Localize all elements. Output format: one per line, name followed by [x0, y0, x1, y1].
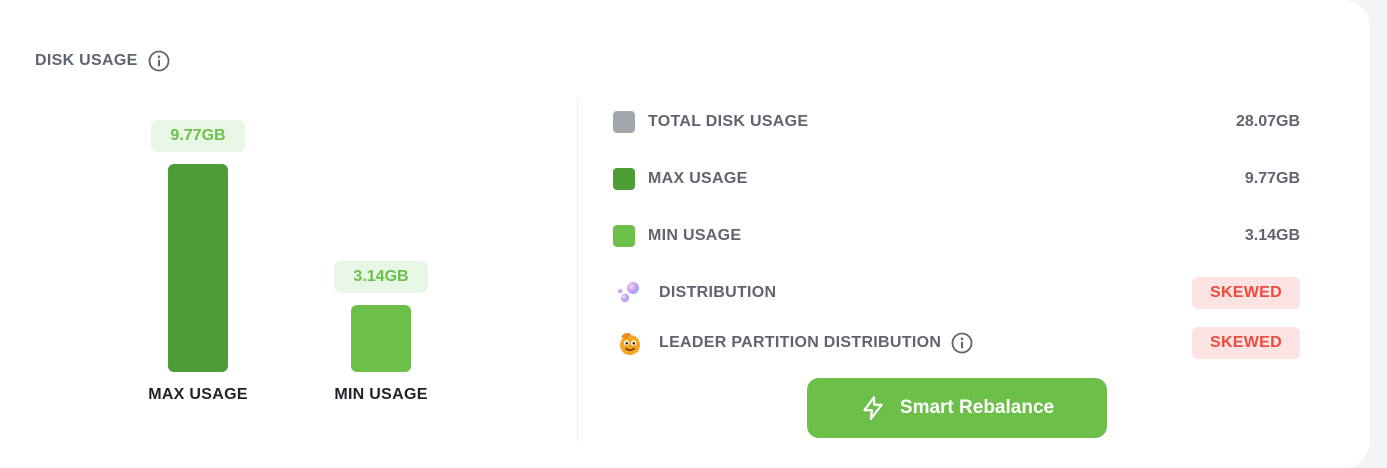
panel-title: DISK USAGE — [35, 52, 138, 69]
chart-category-label: MAX USAGE — [148, 386, 248, 403]
smiley-face-icon — [613, 327, 645, 359]
panel-header: DISK USAGE — [35, 49, 170, 73]
stat-value: 3.14GB — [1244, 227, 1300, 244]
stat-row-max-usage: MAX USAGE 9.77GB — [613, 163, 1300, 195]
stat-row-min-usage: MIN USAGE 3.14GB — [613, 220, 1300, 252]
chart-data-label: 9.77GB — [151, 120, 245, 152]
chart-category-label: MIN USAGE — [334, 386, 428, 403]
legend-swatch-min — [613, 225, 635, 247]
chart-data-label: 3.14GB — [334, 261, 428, 293]
stat-label: MAX USAGE — [648, 170, 748, 187]
divider — [577, 97, 578, 442]
leader-distribution-row: LEADER PARTITION DISTRIBUTION SKEWED — [613, 327, 1300, 359]
leader-distribution-label-group: LEADER PARTITION DISTRIBUTION — [659, 332, 973, 354]
legend-swatch-total — [613, 111, 635, 133]
leader-distribution-label: LEADER PARTITION DISTRIBUTION — [659, 334, 942, 351]
legend-swatch-max — [613, 168, 635, 190]
chart-bar-max-usage — [168, 164, 228, 372]
bubbles-icon — [613, 277, 645, 309]
stat-label: MIN USAGE — [648, 227, 742, 244]
stat-row-total-disk-usage: TOTAL DISK USAGE 28.07GB — [613, 106, 1300, 138]
distribution-status-badge: SKEWED — [1192, 277, 1300, 309]
stat-value: 28.07GB — [1235, 113, 1300, 130]
distribution-label: DISTRIBUTION — [659, 284, 777, 301]
leader-distribution-status-badge: SKEWED — [1192, 327, 1300, 359]
distribution-row: DISTRIBUTION SKEWED — [613, 277, 1300, 309]
chart-bar-min-usage — [351, 305, 411, 372]
stat-value: 9.77GB — [1244, 170, 1300, 187]
smart-rebalance-button[interactable]: Smart Rebalance — [807, 378, 1107, 438]
info-icon[interactable] — [148, 50, 170, 72]
lightning-icon — [860, 395, 886, 421]
stat-label: TOTAL DISK USAGE — [648, 113, 809, 130]
disk-usage-card: DISK USAGE 9.77GB MAX USAGE 3.14GB MIN USAG… — [0, 0, 1370, 468]
smart-rebalance-label: Smart Rebalance — [899, 397, 1055, 418]
info-icon[interactable] — [951, 332, 973, 354]
